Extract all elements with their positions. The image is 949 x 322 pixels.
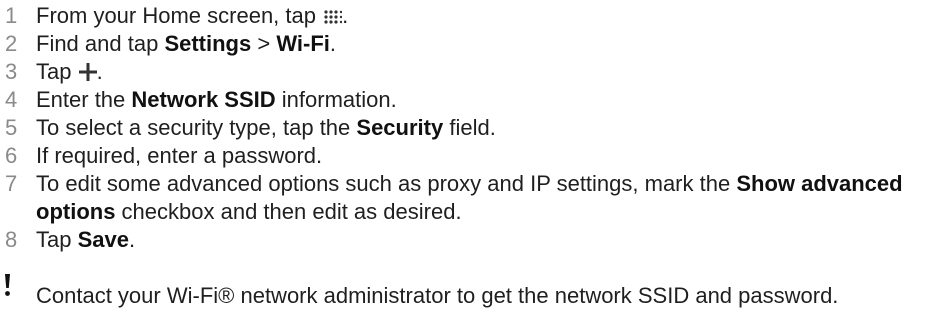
step-text: Tap . bbox=[36, 58, 949, 86]
step-text: To select a security type, tap the Secur… bbox=[36, 114, 949, 142]
step-number: 1 bbox=[5, 3, 18, 28]
step-text-part: To edit some advanced options such as pr… bbox=[36, 171, 737, 196]
step-number: 2 bbox=[5, 31, 18, 56]
settings-term: Settings bbox=[164, 31, 252, 56]
step-text: Enter the Network SSID information. bbox=[36, 86, 949, 114]
wifi-term: Wi-Fi bbox=[276, 31, 330, 56]
step-text: Tap Save. bbox=[36, 226, 949, 254]
step-item: 4 Enter the Network SSID information. bbox=[0, 86, 949, 114]
step-text-part: Enter the bbox=[36, 87, 132, 112]
plus-icon bbox=[78, 63, 97, 81]
step-text-part: Tap bbox=[36, 59, 78, 84]
step-text-part: . bbox=[329, 31, 336, 56]
network-ssid-term: Network SSID bbox=[131, 87, 276, 112]
step-text: To edit some advanced options such as pr… bbox=[36, 170, 949, 226]
step-text-part: . bbox=[96, 59, 103, 84]
security-term: Security bbox=[356, 115, 444, 140]
step-text-part: . bbox=[342, 3, 349, 28]
exclamation-icon bbox=[5, 274, 10, 296]
step-item: 7 To edit some advanced options such as … bbox=[0, 170, 949, 226]
step-text-part: checkbox and then edit as desired. bbox=[115, 199, 462, 224]
admin-note: Contact your Wi-Fi® network administrato… bbox=[0, 274, 839, 310]
step-item: 2 Find and tap Settings > Wi-Fi. bbox=[0, 30, 949, 58]
step-text-part: Tap bbox=[36, 227, 78, 252]
step-text-part: To select a security type, tap the bbox=[36, 115, 357, 140]
step-item: 3 Tap . bbox=[0, 58, 949, 86]
step-number: 7 bbox=[5, 171, 18, 196]
step-number: 3 bbox=[5, 59, 18, 84]
apps-grid-icon bbox=[324, 10, 343, 24]
step-text-part: Find and tap bbox=[36, 31, 165, 56]
save-term: Save bbox=[77, 227, 129, 252]
step-text-part: information. bbox=[275, 87, 397, 112]
step-text-part: field. bbox=[443, 115, 496, 140]
instruction-document: 1 From your Home screen, tap . 2 Find an… bbox=[0, 0, 949, 322]
step-number: 4 bbox=[5, 87, 18, 112]
step-text: If required, enter a password. bbox=[36, 142, 949, 170]
step-text: From your Home screen, tap . bbox=[36, 2, 949, 30]
step-text-part: From your Home screen, tap bbox=[36, 3, 323, 28]
note-text: Contact your Wi-Fi® network administrato… bbox=[36, 283, 839, 308]
step-item: 5 To select a security type, tap the Sec… bbox=[0, 114, 949, 142]
step-text-part: . bbox=[128, 227, 136, 252]
step-number: 8 bbox=[5, 227, 18, 252]
step-number: 6 bbox=[5, 143, 18, 168]
step-item: 1 From your Home screen, tap . bbox=[0, 2, 949, 30]
step-text-part: If required, enter a password. bbox=[36, 143, 323, 168]
step-item: 6 If required, enter a password. bbox=[0, 142, 949, 170]
step-text-part: > bbox=[251, 31, 277, 56]
step-text: Find and tap Settings > Wi-Fi. bbox=[36, 30, 949, 58]
step-list: 1 From your Home screen, tap . 2 Find an… bbox=[0, 2, 949, 254]
step-number: 5 bbox=[5, 115, 18, 140]
step-item: 8 Tap Save. bbox=[0, 226, 949, 254]
